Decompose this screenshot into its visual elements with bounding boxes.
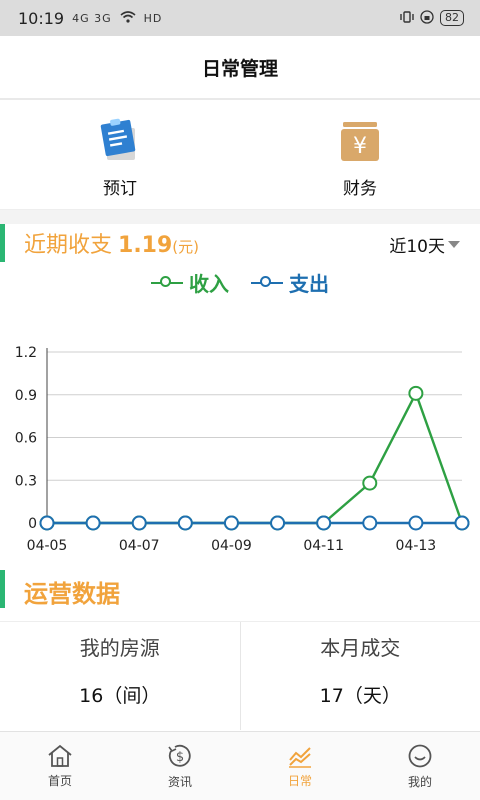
- nav-news-label: 资讯: [167, 774, 192, 789]
- x-tick-label: 04-05: [27, 538, 68, 554]
- yen-icon: ¥: [341, 122, 379, 161]
- y-tick-label: 0.9: [15, 388, 37, 404]
- svg-text:¥: ¥: [353, 134, 367, 159]
- home-icon: [47, 744, 73, 768]
- recent-title: 近期收支 1.19(元): [24, 227, 199, 259]
- clipboard-icon: [100, 118, 136, 160]
- data-point: [408, 385, 424, 401]
- tile-booking[interactable]: 预订: [0, 102, 240, 209]
- data-point: [362, 515, 378, 531]
- y-tick-label: 0.6: [15, 431, 37, 447]
- x-tick-label: 04-13: [396, 538, 437, 554]
- vibrate-icon: [400, 10, 414, 27]
- section-divider: [0, 210, 480, 224]
- page-title: 日常管理: [201, 57, 278, 80]
- data-point: [270, 515, 286, 531]
- data-point: [131, 515, 147, 531]
- y-tick-label: 1.2: [15, 345, 37, 361]
- data-point: [316, 515, 332, 531]
- income-expense-chart: 0 0.3 0.6 0.9 1.2 04-05 04-07 04-09 04-11 04-13: [15, 345, 470, 554]
- data-point: [408, 515, 424, 531]
- x-tick-label: 04-11: [303, 538, 344, 554]
- nav-daily[interactable]: 日常: [240, 732, 360, 800]
- x-tick-label: 04-09: [211, 538, 252, 554]
- ops-card-label: 本月成交: [320, 636, 401, 660]
- battery-icon: 82: [440, 10, 464, 26]
- bottom-nav: 首页 $ 资讯 日常 我的: [0, 731, 480, 800]
- status-left: 10:19 4G 3G HD: [18, 9, 162, 28]
- status-time: 10:19: [18, 8, 65, 28]
- data-point: [362, 475, 378, 491]
- chart-legend: 收入 支出: [0, 268, 480, 297]
- tile-booking-label: 预订: [103, 179, 137, 199]
- app-bar: 日常管理: [0, 36, 480, 100]
- tile-finance[interactable]: ¥ 财务: [240, 102, 480, 209]
- tile-finance-label: 财务: [343, 179, 377, 199]
- ops-card-value: 16（间）: [79, 685, 161, 707]
- hd-icon: HD: [143, 11, 163, 25]
- data-point: [454, 515, 470, 531]
- nav-me[interactable]: 我的: [360, 732, 480, 800]
- ops-title: 运营数据: [24, 580, 120, 608]
- ops-card-label: 我的房源: [79, 636, 160, 660]
- series-line: [47, 390, 464, 525]
- nav-news[interactable]: $ 资讯: [120, 732, 240, 800]
- legend-income-marker: [151, 273, 183, 293]
- recent-amount: 1.19: [118, 233, 173, 258]
- status-right: 82: [400, 9, 464, 27]
- svg-text:$: $: [176, 750, 184, 765]
- ops-card-value: 17（天）: [319, 685, 401, 707]
- legend-expense[interactable]: 支出: [251, 268, 329, 297]
- data-point: [223, 515, 239, 531]
- x-tick-label: 04-07: [119, 538, 160, 554]
- nav-daily-label: 日常: [287, 773, 312, 788]
- range-label: 近10天: [389, 237, 445, 257]
- signal-icon: 4G 3G: [72, 11, 112, 25]
- legend-income-label: 收入: [189, 272, 229, 296]
- nav-home-label: 首页: [47, 773, 72, 788]
- ops-cards: 我的房源 16（间） 本月成交 17（天）: [0, 621, 480, 730]
- legend-income[interactable]: 收入: [151, 268, 229, 297]
- lock-rotation-icon: [420, 9, 434, 27]
- legend-expense-label: 支出: [289, 272, 329, 296]
- range-dropdown[interactable]: 近10天: [389, 232, 460, 257]
- data-point: [39, 515, 55, 531]
- section-accent-bar: [0, 224, 5, 262]
- y-tick-label: 0: [28, 516, 37, 532]
- chevron-down-icon: [448, 241, 460, 248]
- recent-header: 近期收支 1.19(元) 近10天: [0, 224, 480, 264]
- ops-card-listings[interactable]: 我的房源 16（间）: [0, 622, 240, 730]
- ops-accent-bar: [0, 570, 5, 608]
- ops-card-deals[interactable]: 本月成交 17（天）: [239, 622, 480, 730]
- nav-me-label: 我的: [407, 774, 432, 789]
- status-bar: 10:19 4G 3G HD 82: [0, 0, 480, 36]
- data-point: [85, 515, 101, 531]
- wifi-icon: [120, 10, 136, 26]
- data-point: [177, 515, 193, 531]
- y-tick-label: 0.3: [15, 473, 37, 489]
- ops-header: 运营数据: [0, 570, 480, 614]
- legend-expense-marker: [251, 273, 283, 293]
- quick-tiles: 预订 ¥ 财务: [0, 102, 480, 210]
- smile-icon: [407, 743, 433, 769]
- dollar-circle-icon: $: [167, 743, 193, 769]
- recent-title-text: 近期收支: [24, 233, 113, 258]
- chart-icon: [287, 744, 313, 768]
- nav-home[interactable]: 首页: [0, 732, 120, 800]
- recent-unit: (元): [172, 238, 200, 256]
